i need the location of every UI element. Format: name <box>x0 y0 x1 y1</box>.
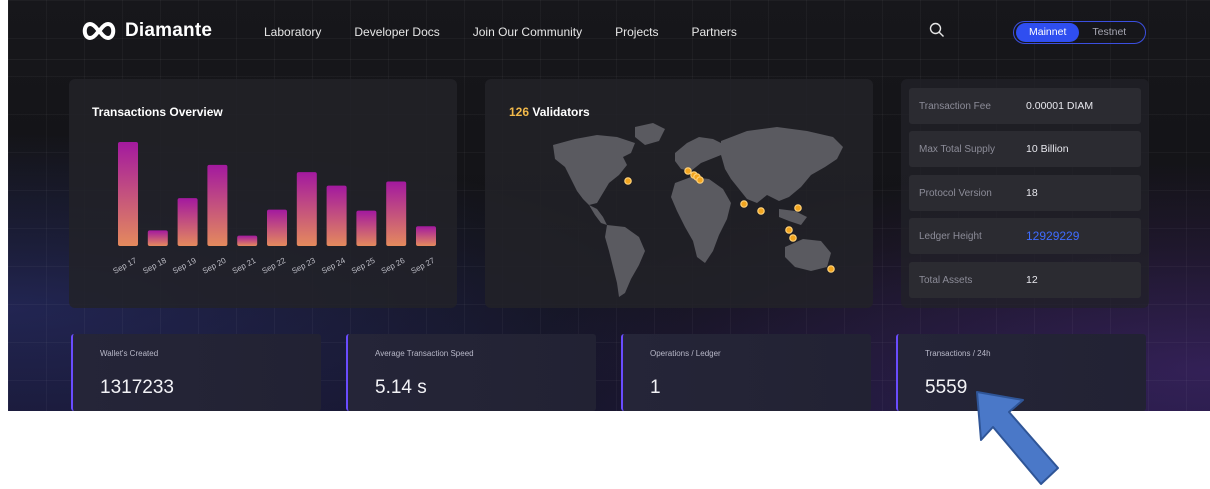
x-tick-label: Sep 21 <box>231 256 258 276</box>
metric-value: 1317233 <box>100 377 174 398</box>
x-tick-label: Sep 23 <box>290 256 317 276</box>
chart-bar <box>416 226 436 246</box>
chart-bar <box>207 164 228 246</box>
infinity-icon <box>82 21 116 41</box>
stat-value: 12 <box>1026 274 1038 286</box>
stat-label: Transaction Fee <box>919 100 991 112</box>
validator-marker <box>696 176 704 184</box>
nav-partners[interactable]: Partners <box>691 25 736 39</box>
validator-marker <box>789 234 797 242</box>
validator-marker <box>757 207 765 215</box>
x-tick-label: Sep 27 <box>410 256 437 276</box>
chart-bar <box>118 142 138 246</box>
search-icon[interactable] <box>929 22 945 38</box>
stat-transaction-fee: Transaction Fee 0.00001 DIAM <box>909 88 1141 124</box>
testnet-option[interactable]: Testnet <box>1081 23 1137 42</box>
stat-ledger-height: Ledger Height 12929229 <box>909 218 1141 254</box>
ledger-height-link[interactable]: 12929229 <box>1026 229 1079 243</box>
validator-marker <box>827 265 835 273</box>
stat-value: 18 <box>1026 187 1038 199</box>
nav-projects[interactable]: Projects <box>615 25 658 39</box>
stat-label: Ledger Height <box>919 230 982 242</box>
x-tick-label: Sep 26 <box>380 256 407 276</box>
validator-marker <box>785 226 793 234</box>
metric-value: 5.14 s <box>375 377 427 398</box>
world-map <box>553 123 843 297</box>
stat-label: Max Total Supply <box>919 143 995 155</box>
stat-protocol-version: Protocol Version 18 <box>909 175 1141 211</box>
x-tick-label: Sep 20 <box>201 256 228 276</box>
stat-label: Protocol Version <box>919 187 992 199</box>
chart-bar <box>296 172 317 246</box>
app-window: Diamante Laboratory Developer Docs Join … <box>8 0 1210 411</box>
transactions-overview-card: Transactions Overview Sep 17 Sep 18 Sep 19… <box>69 79 457 308</box>
x-tick-label: Sep 24 <box>320 256 347 276</box>
chart-bar <box>177 198 198 246</box>
brand-name: Diamante <box>125 20 213 41</box>
arrow-pointer-icon <box>976 391 1059 485</box>
main-nav: Laboratory Developer Docs Join Our Commu… <box>264 25 770 39</box>
x-tick-label: Sep 22 <box>261 256 288 276</box>
x-tick-label: Sep 19 <box>171 256 198 276</box>
metric-label: Wallet's Created <box>100 349 159 358</box>
stat-total-assets: Total Assets 12 <box>909 262 1141 298</box>
validator-marker <box>794 204 802 212</box>
chart-bar <box>237 235 258 246</box>
chart-bar <box>267 209 287 246</box>
chart-bar <box>147 230 168 246</box>
network-toggle: Mainnet Testnet <box>1013 21 1146 44</box>
validators-card: 126 Validators <box>485 79 873 308</box>
metric-wallets-created: Wallet's Created 1317233 <box>71 334 321 411</box>
nav-community[interactable]: Join Our Community <box>473 25 582 39</box>
validator-marker <box>624 177 632 185</box>
x-tick-label: Sep 17 <box>112 256 139 276</box>
chart-bar <box>326 185 347 246</box>
metric-label: Transactions / 24h <box>925 349 991 358</box>
chart-bar <box>356 210 377 246</box>
stat-value: 0.00001 DIAM <box>1026 100 1094 112</box>
chart-bar <box>386 181 407 246</box>
nav-laboratory[interactable]: Laboratory <box>264 25 321 39</box>
top-navbar: Diamante Laboratory Developer Docs Join … <box>8 0 1210 60</box>
x-tick-label: Sep 18 <box>141 256 168 276</box>
mainnet-option[interactable]: Mainnet <box>1016 23 1080 42</box>
brand-logo[interactable]: Diamante <box>81 20 212 42</box>
stat-label: Total Assets <box>919 274 973 286</box>
x-tick-label: Sep 25 <box>350 256 377 276</box>
nav-developer-docs[interactable]: Developer Docs <box>354 25 439 39</box>
metric-average-transaction-speed: Average Transaction Speed 5.14 s <box>346 334 596 411</box>
stat-max-total-supply: Max Total Supply 10 Billion <box>909 131 1141 167</box>
metric-operations-per-ledger: Operations / Ledger 1 <box>621 334 871 411</box>
metric-label: Average Transaction Speed <box>375 349 474 358</box>
network-stats-panel: Transaction Fee 0.00001 DIAM Max Total S… <box>901 79 1149 308</box>
stat-value: 10 Billion <box>1026 143 1069 155</box>
transactions-bar-chart: Sep 17 Sep 18 Sep 19 Sep 20 Sep 21 Sep 22 Sep … <box>112 142 437 276</box>
validator-marker <box>740 200 748 208</box>
validator-marker <box>684 167 692 175</box>
metric-label: Operations / Ledger <box>650 349 721 358</box>
metric-value: 1 <box>650 377 661 398</box>
